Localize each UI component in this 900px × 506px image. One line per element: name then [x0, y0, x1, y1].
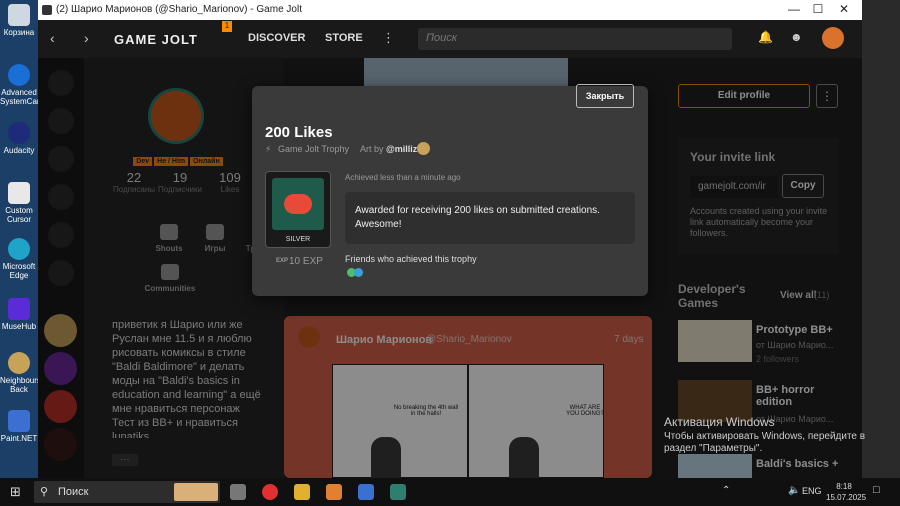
trophy-description: Awarded for receiving 200 likes on submi…: [345, 192, 635, 244]
achieved-time: Achieved less than a minute ago: [345, 173, 461, 182]
friends-title: Friends who achieved this trophy: [345, 254, 477, 264]
task-view-icon[interactable]: [230, 484, 246, 500]
maximize-button[interactable]: ☐: [810, 2, 826, 16]
desktop-icon-musehub[interactable]: MuseHub: [0, 298, 38, 331]
app-icon[interactable]: [326, 484, 342, 500]
trophy-tier: SILVER: [285, 236, 311, 243]
art-by-label: Art by: [360, 144, 384, 154]
volume-icon[interactable]: 🔈: [788, 485, 800, 496]
heart-icon: [284, 194, 312, 214]
friend-avatar[interactable]: [354, 268, 363, 277]
systemcare-icon: [8, 64, 30, 86]
search-input[interactable]: Поиск: [418, 28, 732, 50]
top-navbar: ‹ › GAME JOLT 1 DISCOVER STORE ⋮ Поиск 🔔…: [38, 20, 862, 58]
clock[interactable]: 8:18 15.07.2025: [826, 481, 866, 503]
audacity-icon: [8, 122, 30, 144]
desktop-icon-recycle-bin[interactable]: Корзина: [0, 4, 38, 37]
exp-badge: EXP: [276, 258, 289, 264]
language-indicator[interactable]: ENG: [802, 486, 822, 496]
trophy-modal: Закрыть 200 Likes ⚡ Game Jolt Trophy Art…: [252, 84, 648, 296]
trophy-title: 200 Likes: [265, 124, 333, 141]
file-explorer-icon[interactable]: [294, 484, 310, 500]
desktop-icon-edge[interactable]: Microsoft Edge: [0, 238, 38, 280]
title-bar: (2) Шарио Марионов (@Shario_Marionov) - …: [38, 0, 862, 20]
tray-chevron-icon[interactable]: ⌃: [722, 485, 730, 496]
minimize-button[interactable]: —: [786, 2, 802, 16]
desktop-icon-neighbours[interactable]: Neighbours Back Fro...: [0, 352, 38, 394]
gamejolt-taskbar-icon[interactable]: [390, 484, 406, 500]
gamejolt-logo[interactable]: GAME JOLT: [114, 32, 198, 47]
app-icon: [42, 5, 52, 15]
back-arrow-icon[interactable]: ‹: [50, 30, 55, 46]
more-menu-icon[interactable]: ⋮: [382, 30, 395, 46]
notification-badge: 1: [222, 21, 232, 32]
yandex-browser-icon[interactable]: [262, 484, 278, 500]
paintnet-icon: [8, 410, 30, 432]
trophy-subtitle: Game Jolt Trophy: [278, 144, 350, 154]
window-title: (2) Шарио Марионов (@Shario_Marionov) - …: [56, 4, 302, 15]
user-avatar[interactable]: [822, 27, 844, 49]
cursor-icon: [8, 182, 30, 204]
nav-discover[interactable]: DISCOVER: [248, 32, 305, 44]
desktop-icon-paintnet[interactable]: Paint.NET: [0, 410, 38, 443]
musehub-icon: [8, 298, 30, 320]
trophy-art: [272, 178, 324, 230]
paintnet-taskbar-icon[interactable]: [358, 484, 374, 500]
search-highlight-image: [174, 483, 218, 501]
jolt-icon: ⚡: [265, 144, 272, 154]
desktop-icon-audacity[interactable]: Audacity: [0, 122, 38, 155]
neighbours-icon: [8, 352, 30, 374]
watermark-title: Активация Windows: [664, 415, 775, 429]
desktop-icon-custom-cursor[interactable]: Custom Cursor: [0, 182, 38, 224]
taskbar-search[interactable]: ⚲ Поиск: [34, 481, 220, 503]
watermark-text: Чтобы активировать Windows, перейдите в …: [664, 431, 866, 454]
search-icon: ⚲: [40, 486, 49, 498]
desktop-icon-advanced-systemcare[interactable]: Advanced SystemCare: [0, 64, 38, 106]
recycle-bin-icon: [8, 4, 30, 26]
nav-store[interactable]: STORE: [325, 32, 363, 44]
friends-icon[interactable]: ☻: [790, 30, 803, 44]
forward-arrow-icon[interactable]: ›: [84, 30, 89, 46]
close-window-button[interactable]: ✕: [836, 2, 852, 16]
bell-icon[interactable]: 🔔: [758, 30, 773, 44]
notifications-icon[interactable]: □: [873, 484, 880, 496]
start-icon[interactable]: ⊞: [10, 484, 21, 500]
artist-avatar: [417, 142, 430, 155]
taskbar: ⊞ ⚲ Поиск ⌃ 🔈 ENG 8:18 15.07.2025 □: [0, 478, 900, 506]
edge-icon: [8, 238, 30, 260]
trophy-exp: 10 EXP: [289, 256, 323, 267]
close-modal-button[interactable]: Закрыть: [576, 84, 634, 108]
windows-activation-watermark: Активация Windows Чтобы активировать Win…: [664, 415, 900, 455]
desktop-strip: Корзина Advanced SystemCare Audacity Cus…: [0, 0, 38, 478]
trophy-badge: SILVER: [265, 171, 331, 248]
